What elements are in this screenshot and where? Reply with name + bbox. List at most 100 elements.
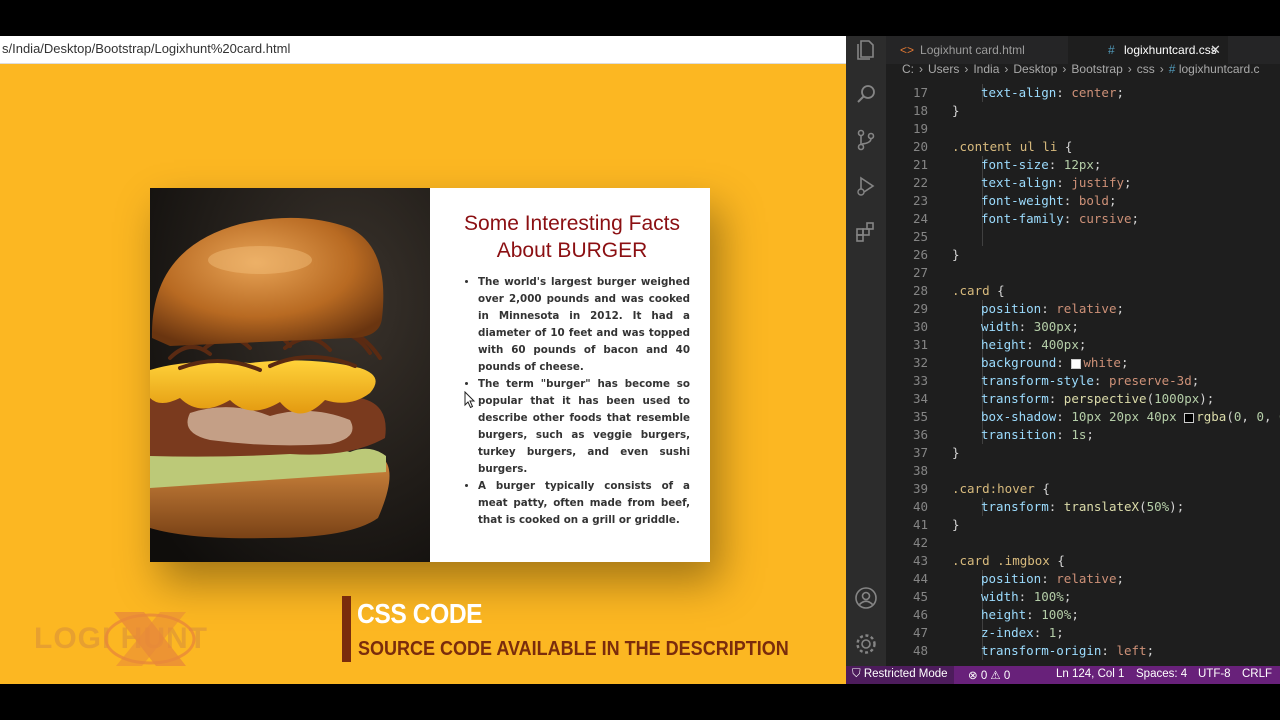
- facts-card[interactable]: Some Interesting Facts About BURGER The …: [150, 188, 710, 562]
- code-text: z-index: 1;: [981, 625, 1064, 640]
- brand-x-logo-icon: [104, 612, 196, 666]
- code-text: transform: perspective(1000px);: [981, 391, 1215, 406]
- code-line[interactable]: 34 transform: perspective(1000px);: [886, 390, 1280, 408]
- line-number: 44: [912, 571, 928, 586]
- problems-indicator[interactable]: ⊗ 0 ⚠ 0: [968, 668, 1010, 682]
- code-line[interactable]: 32 background: white;: [886, 354, 1280, 372]
- line-number: 29: [912, 301, 928, 316]
- address-bar[interactable]: s/India/Desktop/Bootstrap/Logixhunt%20ca…: [0, 36, 846, 64]
- tab-css-file[interactable]: # logixhuntcard.css ✕: [1068, 36, 1228, 64]
- url-text[interactable]: s/India/Desktop/Bootstrap/Logixhunt%20ca…: [2, 41, 290, 56]
- code-line[interactable]: 48 transform-origin: left;: [886, 642, 1280, 660]
- code-line[interactable]: 25: [886, 228, 1280, 246]
- close-tab-icon[interactable]: ✕: [1210, 36, 1221, 64]
- code-line[interactable]: 45 width: 100%;: [886, 588, 1280, 606]
- explorer-icon[interactable]: [854, 38, 878, 62]
- line-number: 46: [912, 607, 928, 622]
- code-line[interactable]: 27: [886, 264, 1280, 282]
- fact-item: A burger typically consists of a meat pa…: [478, 478, 690, 529]
- code-line[interactable]: 28 .card {: [886, 282, 1280, 300]
- card-title-line1: Some Interesting Facts: [464, 212, 680, 235]
- code-line[interactable]: 39 .card:hover {: [886, 480, 1280, 498]
- code-text: transition: 1s;: [981, 427, 1094, 442]
- extensions-icon[interactable]: [854, 220, 878, 244]
- tab-label: logixhuntcard.css: [1124, 43, 1217, 57]
- code-text: background: white;: [981, 355, 1129, 370]
- code-text: text-align: center;: [981, 85, 1125, 100]
- card-title: Some Interesting Facts About BURGER: [454, 210, 690, 264]
- code-line[interactable]: 44 position: relative;: [886, 570, 1280, 588]
- line-number: 21: [912, 157, 928, 172]
- breadcrumb-item[interactable]: India: [973, 62, 999, 76]
- code-line[interactable]: 46 height: 100%;: [886, 606, 1280, 624]
- code-line[interactable]: 37}: [886, 444, 1280, 462]
- code-line[interactable]: 43 .card .imgbox {: [886, 552, 1280, 570]
- code-text: width: 300px;: [981, 319, 1079, 334]
- color-swatch[interactable]: [1184, 412, 1195, 423]
- color-swatch[interactable]: [1071, 358, 1082, 369]
- code-line[interactable]: 40 transform: translateX(50%);: [886, 498, 1280, 516]
- indentation-indicator[interactable]: Spaces: 4: [1136, 668, 1187, 680]
- cursor-position[interactable]: Ln 124, Col 1: [1056, 668, 1124, 680]
- line-number: 37: [912, 445, 928, 460]
- code-text: .card .imgbox {: [952, 553, 1065, 568]
- breadcrumb-item[interactable]: Desktop: [1013, 62, 1057, 76]
- code-line[interactable]: 18}: [886, 102, 1280, 120]
- code-line[interactable]: 21 font-size: 12px;: [886, 156, 1280, 174]
- code-text: .content ul li {: [952, 139, 1073, 154]
- code-line[interactable]: 31 height: 400px;: [886, 336, 1280, 354]
- search-icon[interactable]: [854, 82, 878, 106]
- source-control-icon[interactable]: [854, 128, 878, 152]
- settings-gear-icon[interactable]: [854, 632, 878, 656]
- code-line[interactable]: 33 transform-style: preserve-3d;: [886, 372, 1280, 390]
- code-text: }: [952, 445, 960, 460]
- line-number: 22: [912, 175, 928, 190]
- code-line[interactable]: 20 .content ul li {: [886, 138, 1280, 156]
- code-line[interactable]: 22 text-align: justify;: [886, 174, 1280, 192]
- code-line[interactable]: 17 text-align: center;: [886, 84, 1280, 102]
- line-number: 45: [912, 589, 928, 604]
- code-text: position: relative;: [981, 301, 1125, 316]
- code-line[interactable]: 23 font-weight: bold;: [886, 192, 1280, 210]
- code-line[interactable]: 47 z-index: 1;: [886, 624, 1280, 642]
- code-line[interactable]: 26}: [886, 246, 1280, 264]
- line-number: 36: [912, 427, 928, 442]
- breadcrumb-item[interactable]: C:: [902, 62, 914, 76]
- cta-accent-bar: [342, 596, 351, 662]
- code-line[interactable]: 38: [886, 462, 1280, 480]
- breadcrumb-item[interactable]: Users: [928, 62, 959, 76]
- burger-image: [150, 188, 430, 562]
- line-number: 38: [912, 463, 928, 478]
- line-number: 34: [912, 391, 928, 406]
- eol-indicator[interactable]: CRLF: [1242, 668, 1272, 680]
- account-icon[interactable]: [854, 586, 878, 610]
- code-text: width: 100%;: [981, 589, 1072, 604]
- line-number: 24: [912, 211, 928, 226]
- code-line[interactable]: 30 width: 300px;: [886, 318, 1280, 336]
- cta-subtitle: SOURCE CODE AVAILABLE IN THE DESCRIPTION: [358, 638, 789, 660]
- code-line[interactable]: 42: [886, 534, 1280, 552]
- code-text: height: 400px;: [981, 337, 1087, 352]
- card-title-line2: About BURGER: [496, 239, 648, 262]
- code-line[interactable]: 24 font-family: cursive;: [886, 210, 1280, 228]
- line-number: 31: [912, 337, 928, 352]
- indent-guide: [982, 228, 983, 246]
- code-line[interactable]: 41}: [886, 516, 1280, 534]
- breadcrumb-item[interactable]: Bootstrap: [1071, 62, 1122, 76]
- code-line[interactable]: 29 position: relative;: [886, 300, 1280, 318]
- restricted-mode-indicator[interactable]: ⛉ Restricted Mode: [846, 666, 954, 684]
- code-line[interactable]: 36 transition: 1s;: [886, 426, 1280, 444]
- code-text: position: relative;: [981, 571, 1125, 586]
- editor-tabs: <> Logixhunt card.html # logixhuntcard.cs…: [886, 36, 1280, 64]
- mouse-cursor-icon: [464, 391, 476, 409]
- encoding-indicator[interactable]: UTF-8: [1198, 668, 1231, 680]
- line-number: 39: [912, 481, 928, 496]
- tab-html-file[interactable]: <> Logixhunt card.html: [900, 36, 1080, 64]
- code-line[interactable]: 35 box-shadow: 10px 20px 40px rgba(0, 0, …: [886, 408, 1280, 426]
- line-number: 17: [912, 85, 928, 100]
- run-debug-icon[interactable]: [854, 174, 878, 198]
- breadcrumb-item[interactable]: logixhuntcard.c: [1179, 62, 1260, 76]
- code-line[interactable]: 19: [886, 120, 1280, 138]
- line-number: 43: [912, 553, 928, 568]
- breadcrumb-item[interactable]: css: [1137, 62, 1155, 76]
